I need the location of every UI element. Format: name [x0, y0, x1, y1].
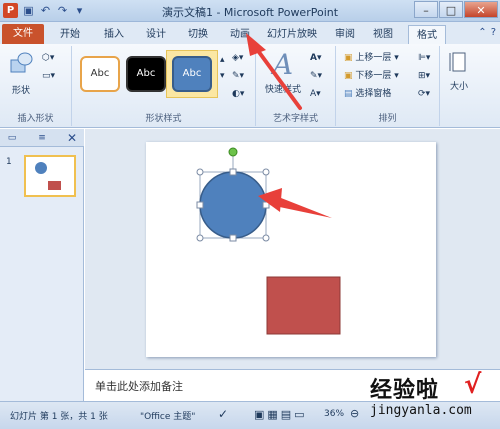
- resize-handle-b[interactable]: [229, 234, 237, 242]
- text-outline-icon[interactable]: ✎▾: [310, 68, 322, 84]
- shapes-button[interactable]: 形状: [4, 50, 38, 96]
- shapes-label: 形状: [11, 86, 30, 96]
- group-size: 大小: [440, 46, 478, 126]
- tab-animations[interactable]: 动画: [222, 25, 258, 44]
- group-label-arrange: 排列: [378, 114, 397, 124]
- ribbon: 形状 ⬡▾ ▭▾ 插入形状 Abc Abc Abc ▴ ▾ ◈▾ ✎▾ ◐▾ 形…: [0, 44, 500, 128]
- resize-handle-bl[interactable]: [196, 234, 204, 242]
- ribbon-tabs: 文件 开始 插入 设计 切换 动画 幻灯片放映 审阅 视图 格式 ⌃ ?: [0, 22, 500, 44]
- group-objects-icon[interactable]: ⊞▾: [418, 68, 430, 84]
- shape-outline-icon[interactable]: ✎▾: [232, 68, 244, 84]
- zoom-out-icon[interactable]: ⊖: [350, 407, 359, 420]
- rotate-icon[interactable]: ⟳▾: [418, 86, 430, 102]
- bring-forward-icon: ▣: [344, 53, 356, 63]
- resize-handle-l[interactable]: [196, 201, 204, 209]
- resize-handle-tr[interactable]: [262, 168, 270, 176]
- wordart-a-icon: A: [272, 48, 294, 81]
- minimize-ribbon-icon[interactable]: ⌃: [478, 27, 486, 38]
- size-button[interactable]: 大小: [442, 50, 476, 92]
- resize-handle-tl[interactable]: [196, 168, 204, 176]
- zoom-level[interactable]: 36%: [324, 409, 344, 419]
- selection-pane-label: 选择窗格: [355, 89, 392, 99]
- slide-thumbnail[interactable]: [24, 155, 76, 197]
- slide-canvas[interactable]: [146, 142, 436, 357]
- thumbnail-preview: [35, 162, 61, 190]
- send-backward-icon: ▣: [344, 71, 356, 81]
- minimize-button[interactable]: –: [414, 1, 438, 18]
- shape-fill-icon[interactable]: ◈▾: [232, 50, 243, 66]
- group-arrange: ▣ 上移一层 ▾ ▣ 下移一层 ▾ ▤ 选择窗格 ⊫▾ ⊞▾ ⟳▾ 排列: [336, 46, 440, 126]
- group-shape-styles: Abc Abc Abc ▴ ▾ ◈▾ ✎▾ ◐▾ 形状样式: [72, 46, 256, 126]
- slide-shapes: [196, 147, 341, 335]
- slides-pane-tabs: ▭ ≡ ✕: [0, 129, 84, 147]
- group-wordart-styles: A 快速样式 A▾ ✎▾ A▾ 艺术字样式: [256, 46, 336, 126]
- close-pane-icon[interactable]: ✕: [64, 131, 80, 145]
- title-bar: P ▣ ↶ ↷ ▾ 演示文稿1 - Microsoft PowerPoint –…: [0, 0, 500, 22]
- spelling-check-icon[interactable]: ✓: [218, 407, 228, 421]
- gallery-more-icon[interactable]: ▾: [220, 68, 225, 84]
- rotate-handle[interactable]: [228, 147, 238, 157]
- tab-review[interactable]: 审阅: [328, 25, 362, 44]
- slides-tab-icon[interactable]: ▭: [4, 131, 20, 145]
- send-backward-button[interactable]: ▣ 下移一层 ▾: [344, 68, 399, 84]
- red-rectangle-shape[interactable]: [266, 276, 341, 335]
- tab-design[interactable]: 设计: [138, 25, 174, 44]
- group-label-insert-shapes: 插入形状: [17, 114, 54, 124]
- watermark-url: jingyanla.com: [370, 403, 472, 418]
- ribbon-controls: ⌃ ?: [478, 27, 496, 38]
- maximize-button[interactable]: □: [439, 1, 463, 18]
- shape-style-1[interactable]: Abc: [80, 56, 120, 92]
- blue-circle-shape[interactable]: [199, 171, 267, 239]
- slides-pane: ▭ ≡ ✕ 1: [0, 129, 84, 401]
- view-buttons[interactable]: ▣▦▤▭: [254, 408, 308, 421]
- resize-handle-t[interactable]: [229, 168, 237, 176]
- edit-shape-icon[interactable]: ⬡▾: [42, 50, 54, 66]
- gallery-scroll-icon[interactable]: ▴: [220, 52, 225, 68]
- shape-style-2[interactable]: Abc: [126, 56, 166, 92]
- help-icon[interactable]: ?: [491, 27, 496, 38]
- tab-file[interactable]: 文件: [2, 24, 44, 44]
- tab-format[interactable]: 格式: [408, 25, 446, 44]
- tab-home[interactable]: 开始: [52, 25, 88, 44]
- size-icon: [449, 52, 466, 72]
- slide-count: 幻灯片 第 1 张，共 1 张: [10, 412, 108, 422]
- tab-slideshow[interactable]: 幻灯片放映: [264, 25, 320, 44]
- watermark-check: √: [464, 370, 482, 400]
- tab-transitions[interactable]: 切换: [180, 25, 216, 44]
- size-label: 大小: [449, 82, 468, 92]
- shapes-icon: [10, 52, 33, 73]
- tab-insert[interactable]: 插入: [96, 25, 132, 44]
- align-icon[interactable]: ⊫▾: [418, 50, 430, 66]
- send-backward-label: 下移一层: [355, 71, 392, 81]
- group-label-wordart: 艺术字样式: [272, 114, 318, 124]
- text-box-icon[interactable]: ▭▾: [42, 68, 55, 84]
- bring-forward-label: 上移一层: [355, 53, 392, 63]
- text-effects-icon[interactable]: A▾: [310, 86, 321, 102]
- slide-number: 1: [6, 157, 12, 167]
- shape-style-3[interactable]: Abc: [172, 56, 212, 92]
- watermark-title: 经验啦: [370, 377, 440, 403]
- shape-effects-icon[interactable]: ◐▾: [232, 86, 244, 102]
- selection-pane-button[interactable]: ▤ 选择窗格: [344, 86, 391, 102]
- bring-forward-button[interactable]: ▣ 上移一层 ▾: [344, 50, 399, 66]
- tab-view[interactable]: 视图: [366, 25, 400, 44]
- theme-name: "Office 主题": [140, 412, 196, 422]
- resize-handle-r[interactable]: [262, 201, 270, 209]
- quick-styles-label: 快速样式: [264, 85, 301, 95]
- group-insert-shapes: 形状 ⬡▾ ▭▾ 插入形状: [0, 46, 72, 126]
- close-button[interactable]: ✕: [464, 1, 498, 18]
- group-label-shape-styles: 形状样式: [145, 114, 182, 124]
- notes-placeholder: 单击此处添加备注: [95, 380, 183, 393]
- slide-editor: [85, 129, 500, 369]
- window-controls: – □ ✕: [414, 1, 498, 18]
- outline-tab-icon[interactable]: ≡: [34, 131, 50, 145]
- resize-handle-br[interactable]: [262, 234, 270, 242]
- selection-pane-icon: ▤: [344, 89, 356, 99]
- text-fill-icon[interactable]: A▾: [310, 50, 321, 66]
- watermark: 经验啦 √ jingyanla.com: [366, 370, 496, 426]
- quick-styles-button[interactable]: A 快速样式: [262, 48, 304, 95]
